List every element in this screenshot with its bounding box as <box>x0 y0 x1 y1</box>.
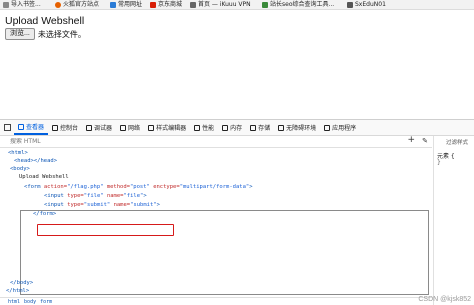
bookmark-import[interactable]: 导入书签... <box>3 0 41 9</box>
application-icon <box>324 124 331 131</box>
html-search-bar: + ✎ <box>0 135 432 148</box>
accessibility-icon <box>278 124 285 131</box>
bookmarks-toolbar: 导入书签... 火狐官方站点 常用网址 京东商城 首页 — iKuuu VPN … <box>0 0 474 10</box>
network-icon <box>120 124 127 131</box>
bookmark-firefox[interactable]: 火狐官方站点 <box>55 0 99 9</box>
jd-icon <box>150 1 156 8</box>
tree-line-input-file[interactable]: <input type="file" name="file"> <box>44 193 147 199</box>
tree-line-form-close[interactable]: </form> <box>33 211 56 217</box>
style-editor-icon <box>148 124 155 131</box>
tab-console[interactable]: 控制台 <box>48 120 82 135</box>
page-icon <box>190 1 196 8</box>
tab-storage[interactable]: 存储 <box>246 120 274 135</box>
tab-accessibility[interactable]: 无障碍环境 <box>274 120 320 135</box>
tab-style-editor[interactable]: 样式编辑器 <box>144 120 190 135</box>
console-icon <box>52 124 59 131</box>
debugger-icon <box>86 124 93 131</box>
eyedropper-icon[interactable]: ✎ <box>422 137 428 145</box>
bookmark-common-sites[interactable]: 常用网址 <box>110 0 142 9</box>
no-file-label: 未选择文件。 <box>37 29 86 39</box>
tab-memory[interactable]: 内存 <box>218 120 246 135</box>
tree-line-html-close[interactable]: </html> <box>6 288 29 294</box>
memory-icon <box>222 124 229 131</box>
tree-line-head[interactable]: <head></head> <box>14 158 57 164</box>
element-picker-icon[interactable] <box>4 124 11 131</box>
bookmark-ikuuu[interactable]: 首页 — iKuuu VPN <box>190 0 251 9</box>
rules-side-panel: 过滤样式 元素 { } <box>433 136 474 305</box>
tab-inspector[interactable]: 查看器 <box>14 120 49 135</box>
style-filter-input[interactable]: 过滤样式 <box>446 138 468 146</box>
storage-icon <box>250 124 257 131</box>
tree-line-html[interactable]: <html> <box>8 150 28 156</box>
inspector-icon <box>18 123 24 130</box>
html-search-input[interactable] <box>10 138 390 145</box>
file-upload-row: 浏览... 未选择文件。 <box>5 28 86 40</box>
selected-form-node[interactable] <box>20 210 429 295</box>
bookmark-sxedu[interactable]: SxEduN01 <box>347 0 386 9</box>
tab-application[interactable]: 应用程序 <box>320 120 360 135</box>
page-title: Upload Webshell <box>5 15 85 27</box>
page-icon <box>347 1 353 8</box>
bookmark-jd[interactable]: 京东商城 <box>150 0 182 9</box>
bookmark-seo[interactable]: 站长seo综合查询工具... <box>262 0 334 9</box>
tab-performance[interactable]: 性能 <box>190 120 218 135</box>
tree-line-body[interactable]: <body> <box>10 166 30 172</box>
tree-line-body-close[interactable]: </body> <box>10 280 33 286</box>
tab-debugger[interactable]: 调试器 <box>82 120 116 135</box>
tab-network[interactable]: 网络 <box>116 120 144 135</box>
highlight-annotation-box <box>37 224 174 236</box>
element-rule-close: } <box>437 159 441 166</box>
add-node-icon[interactable]: + <box>407 135 415 145</box>
watermark: CSDN @kjsk852 <box>418 296 471 303</box>
import-icon <box>3 1 9 8</box>
tree-line-body-text[interactable]: Upload Webshell <box>19 174 69 180</box>
devtools-panel: 查看器 控制台 调试器 网络 样式编辑器 性能 内存 存储 无障碍环境 应用程序… <box>0 119 474 305</box>
markup-tree: <html> <head></head> <body> Upload Websh… <box>0 148 432 298</box>
browse-button[interactable]: 浏览... <box>5 28 35 40</box>
firefox-icon <box>55 1 61 8</box>
devtools-tabbar: 查看器 控制台 调试器 网络 样式编辑器 性能 内存 存储 无障碍环境 应用程序 <box>0 120 474 136</box>
tree-line-input-submit[interactable]: <input type="submit" name="submit"> <box>44 202 160 208</box>
folder-icon <box>110 1 116 8</box>
tree-line-form[interactable]: <form action="/flag.php" method="post" e… <box>24 184 253 190</box>
seo-icon <box>262 1 268 8</box>
performance-icon <box>194 124 201 131</box>
